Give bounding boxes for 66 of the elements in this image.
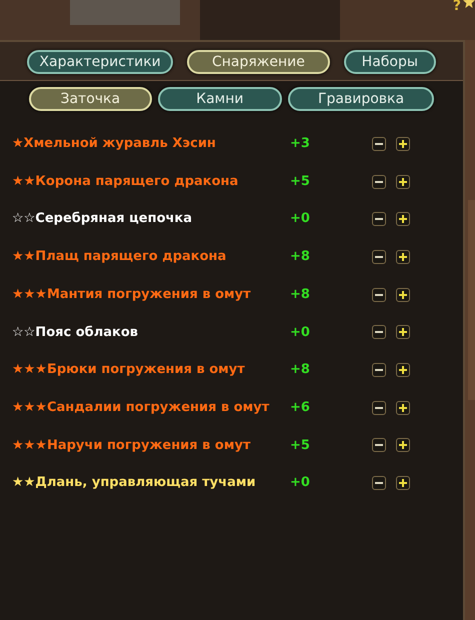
minus-icon bbox=[375, 294, 383, 296]
item-name: ☆☆Пояс облаков bbox=[12, 324, 139, 342]
minus-icon bbox=[375, 406, 383, 409]
decrease-button[interactable] bbox=[372, 362, 386, 377]
decrease-button[interactable] bbox=[372, 136, 386, 151]
plus-icon bbox=[399, 178, 407, 186]
item-name: ★★★Мантия погружения в омут bbox=[12, 286, 252, 304]
enhance-level: +5 bbox=[290, 436, 311, 455]
minus-icon bbox=[375, 331, 383, 334]
enhance-level: +0 bbox=[290, 324, 311, 342]
increase-button[interactable] bbox=[396, 212, 410, 226]
enhance-level: +8 bbox=[290, 286, 311, 304]
increase-button[interactable] bbox=[396, 400, 410, 415]
tab[interactable]: Наборы bbox=[344, 50, 436, 74]
enhance-level: +0 bbox=[290, 210, 311, 228]
tab[interactable]: Снаряжение bbox=[187, 50, 330, 74]
plus-icon bbox=[399, 328, 407, 336]
minus-icon bbox=[375, 444, 383, 446]
increase-button[interactable] bbox=[396, 174, 410, 189]
decrease-button[interactable] bbox=[372, 174, 386, 189]
plus-icon bbox=[399, 215, 407, 224]
item-name: ☆☆Серебряная цепочка bbox=[12, 210, 194, 228]
plus-icon bbox=[399, 479, 407, 488]
item-name: ★★Плащ парящего дракона bbox=[12, 248, 228, 266]
increase-button[interactable] bbox=[396, 288, 410, 302]
item-name: ★★Длань, управляющая тучами bbox=[12, 474, 257, 492]
minus-icon bbox=[375, 368, 383, 371]
decrease-button[interactable] bbox=[372, 288, 386, 302]
minus-icon bbox=[375, 482, 383, 484]
tab[interactable]: Характеристики bbox=[27, 50, 174, 74]
plus-icon bbox=[399, 252, 407, 261]
minus-icon bbox=[375, 218, 383, 220]
item-name: ★★★Наручи погружения в омут bbox=[12, 436, 252, 455]
item-name: ★Хмельной журавль Хэсин bbox=[12, 135, 217, 154]
plus-icon bbox=[399, 290, 407, 299]
decrease-button[interactable] bbox=[372, 438, 386, 452]
increase-button[interactable] bbox=[396, 250, 410, 264]
decrease-button[interactable] bbox=[372, 250, 386, 264]
enhance-level: +5 bbox=[290, 172, 311, 191]
increase-button[interactable] bbox=[396, 325, 410, 340]
enhance-level: +6 bbox=[290, 398, 311, 417]
increase-button[interactable] bbox=[396, 362, 410, 377]
decrease-button[interactable] bbox=[372, 400, 386, 415]
enhance-level: +8 bbox=[290, 361, 311, 380]
decrease-button[interactable] bbox=[372, 476, 386, 490]
enhance-level: +8 bbox=[290, 248, 311, 266]
minus-icon bbox=[375, 180, 383, 183]
increase-button[interactable] bbox=[396, 438, 410, 452]
increase-button[interactable] bbox=[396, 476, 410, 490]
tab[interactable]: Заточка bbox=[29, 87, 152, 111]
decrease-button[interactable] bbox=[372, 325, 386, 340]
plus-icon bbox=[399, 140, 407, 148]
item-name: ★★★Брюки погружения в омут bbox=[12, 361, 246, 380]
minus-icon bbox=[375, 142, 383, 145]
decrease-button[interactable] bbox=[372, 212, 386, 226]
item-name: ★★Корона парящего дракона bbox=[12, 172, 240, 191]
enhance-level: +3 bbox=[290, 135, 311, 154]
enhance-level: +0 bbox=[290, 474, 311, 492]
item-name: ★★★Сандалии погружения в омут bbox=[12, 398, 270, 417]
plus-icon bbox=[399, 366, 407, 374]
plus-icon bbox=[399, 441, 407, 450]
tab[interactable]: Гравировка bbox=[288, 87, 434, 111]
increase-button[interactable] bbox=[396, 136, 410, 151]
plus-icon bbox=[399, 404, 407, 412]
tab[interactable]: Камни bbox=[158, 87, 282, 111]
minus-icon bbox=[375, 256, 383, 258]
